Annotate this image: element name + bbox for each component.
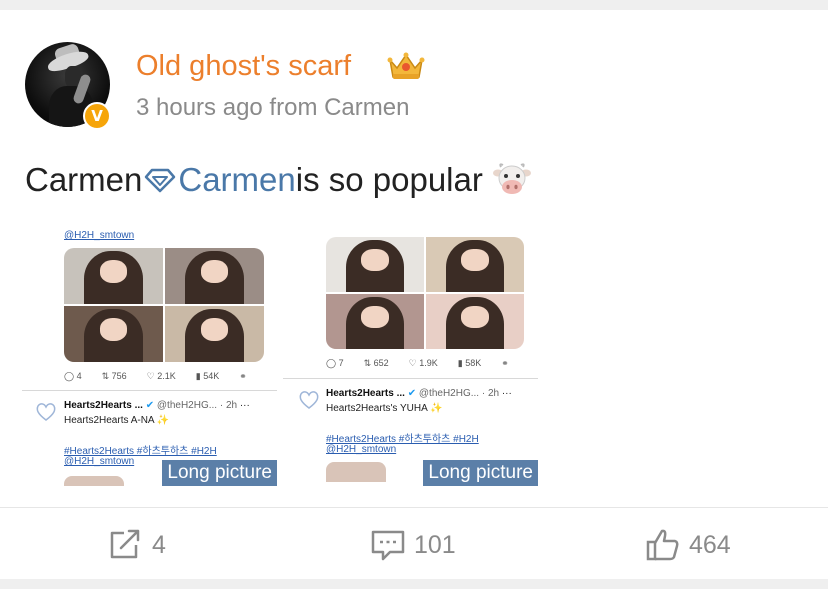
like-count: 464 [689, 530, 731, 559]
view-count: 54K [203, 371, 220, 381]
long-picture-badge: Long picture [423, 460, 538, 486]
topic-link[interactable]: Carmen [178, 161, 295, 199]
photo [326, 294, 424, 349]
like-count: 1.9K [419, 358, 438, 368]
tweet-header: Hearts2Hearts ... ✔ @theH2HG... · 2h ··· [64, 400, 250, 411]
heart-logo-icon [36, 403, 56, 421]
long-picture-badge: Long picture [162, 460, 277, 486]
photo [426, 294, 524, 349]
username[interactable]: Old ghost's scarf [136, 50, 351, 83]
photo [165, 248, 264, 304]
post-image-1[interactable]: @H2H_smtown ◯ 4 ⇅ 756 ♡ 2.1K ▮ 54K ⚭ Hea… [22, 230, 277, 486]
post-timestamp: 3 hours ago from Carmen [136, 94, 410, 121]
tweet-stats: ◯ 7 ⇅ 652 ♡ 1.9K ▮ 58K ⚭ [326, 358, 509, 368]
view-count: 58K [465, 358, 482, 368]
post-text: Carmen Carmen is so popular [25, 161, 531, 199]
photo [326, 237, 424, 292]
heart-logo-icon [299, 391, 319, 409]
reply-count: 4 [76, 371, 82, 381]
image-top-handle: @H2H_smtown [64, 230, 135, 241]
cow-emoji-icon [492, 163, 531, 194]
verified-badge-icon: V [83, 102, 111, 130]
like-count: 2.1K [157, 371, 176, 381]
post-image-2[interactable]: ◯ 7 ⇅ 652 ♡ 1.9K ▮ 58K ⚭ Hearts2Hearts .… [283, 230, 538, 486]
post-text-start: Carmen [25, 161, 143, 198]
crown-icon [387, 52, 425, 79]
tweet-stats: ◯ 4 ⇅ 756 ♡ 2.1K ▮ 54K ⚭ [64, 371, 247, 381]
tweet-handle: @H2H_smtown [64, 456, 135, 467]
top-separator [0, 0, 828, 10]
photo [64, 306, 163, 362]
photo-grid [326, 237, 524, 349]
comment-icon [371, 530, 405, 561]
repost-button[interactable]: 4 [108, 525, 166, 565]
repost-icon [110, 529, 140, 559]
weibo-post-card: V Old ghost's scarf 3 hours ago from Car… [0, 0, 828, 589]
photo [165, 306, 264, 362]
photo [64, 248, 163, 304]
comment-button[interactable]: 101 [370, 525, 456, 565]
diamond-icon [145, 168, 176, 193]
reply-count: 7 [338, 358, 344, 368]
photo [426, 237, 524, 292]
tweet-header: Hearts2Hearts ... ✔ @theH2HG... · 2h ··· [326, 388, 512, 399]
post-text-end: is so popular [295, 161, 483, 198]
retweet-count: 756 [111, 371, 127, 381]
retweet-count: 652 [373, 358, 389, 368]
tweet-text: Hearts2Hearts A-NA ✨ [64, 415, 170, 426]
tweet-hashtags: #Hearts2Hearts #하츠투하츠 #H2H [326, 434, 479, 445]
like-button[interactable]: 464 [645, 525, 731, 565]
thumbs-up-icon [646, 529, 679, 561]
action-bar-divider [0, 507, 828, 508]
repost-count: 4 [152, 530, 166, 559]
comment-count: 101 [414, 530, 456, 559]
bottom-separator [0, 579, 828, 589]
photo-grid [64, 248, 264, 362]
tweet-text: Hearts2Hearts's YUHA ✨ [326, 403, 443, 414]
tweet-handle: @H2H_smtown [326, 444, 397, 455]
tweet-hashtags: #Hearts2Hearts #하츠투하츠 #H2H [64, 446, 217, 457]
